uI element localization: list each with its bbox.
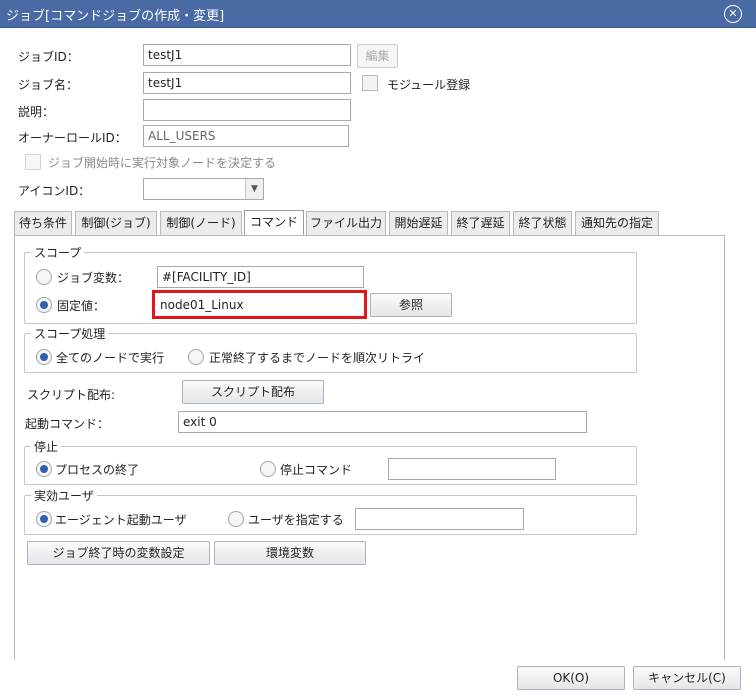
job-var-input[interactable]: [157, 266, 364, 288]
tab-control-job[interactable]: 制御(ジョブ): [75, 211, 157, 235]
command-input[interactable]: [178, 411, 587, 433]
scope-title: スコープ: [31, 244, 85, 261]
stop-command-radio[interactable]: [260, 461, 276, 477]
specify-user-radio[interactable]: [228, 511, 244, 527]
job-var-radio[interactable]: [36, 269, 52, 285]
edit-button[interactable]: 編集: [357, 44, 398, 68]
owner-role-input[interactable]: [143, 125, 349, 147]
module-checkbox[interactable]: [362, 75, 378, 91]
stop-command-input[interactable]: [388, 458, 556, 480]
decide-node-label: ジョブ開始時に実行対象ノードを決定する: [48, 156, 277, 170]
process-end-radio[interactable]: [36, 461, 52, 477]
close-icon[interactable]: ✕: [724, 5, 742, 23]
agent-user-radio[interactable]: [36, 511, 52, 527]
tab-file-output[interactable]: ファイル出力: [306, 211, 386, 235]
all-nodes-radio[interactable]: [36, 349, 52, 365]
script-label: スクリプト配布:: [27, 388, 116, 402]
stop-command-label: 停止コマンド: [280, 463, 353, 477]
highlight-box: [152, 290, 367, 319]
icon-id-select[interactable]: ▼: [143, 178, 264, 200]
tab-notify[interactable]: 通知先の指定: [575, 211, 659, 235]
job-var-label: ジョブ変数：: [57, 271, 130, 285]
scope-process-group: スコープ処理 全てのノードで実行 正常終了するまでノードを順次リトライ: [24, 325, 637, 373]
title-bar: ジョブ[コマンドジョブの作成・変更] ✕: [0, 0, 756, 28]
tab-end-status[interactable]: 終了状態: [513, 211, 572, 235]
command-panel: スコープ ジョブ変数： 固定値： 参照 スコープ処理 全てのノードで実行 正常終…: [14, 235, 725, 660]
tab-start-delay[interactable]: 開始遅延: [389, 211, 448, 235]
tab-wait-condition[interactable]: 待ち条件: [14, 211, 72, 235]
tab-command[interactable]: コマンド: [244, 210, 304, 235]
command-label: 起動コマンド：: [25, 417, 110, 431]
chevron-down-icon: ▼: [245, 179, 263, 199]
decide-node-checkbox[interactable]: [25, 154, 41, 170]
env-var-button[interactable]: 環境変数: [214, 541, 366, 565]
scope-process-title: スコープ処理: [31, 325, 109, 342]
owner-role-label: オーナーロールID：: [18, 131, 127, 145]
fixed-value-label: 固定値：: [57, 299, 106, 313]
stop-group: 停止 プロセスの終了 停止コマンド: [24, 438, 637, 485]
browse-button[interactable]: 参照: [370, 293, 452, 317]
job-name-input[interactable]: [143, 72, 351, 94]
stop-title: 停止: [31, 438, 62, 455]
all-nodes-label: 全てのノードで実行: [56, 351, 165, 365]
description-input[interactable]: [143, 99, 351, 121]
job-id-input[interactable]: [143, 44, 351, 66]
fixed-value-radio[interactable]: [36, 297, 52, 313]
tab-end-delay[interactable]: 終了遅延: [451, 211, 510, 235]
script-distribution-button[interactable]: スクリプト配布: [182, 380, 324, 404]
effective-user-title: 実効ユーザ: [31, 487, 97, 504]
scope-group: スコープ ジョブ変数： 固定値： 参照: [24, 244, 637, 324]
var-setting-button[interactable]: ジョブ終了時の変数設定: [27, 541, 210, 565]
job-id-label: ジョブID：: [18, 50, 79, 64]
user-input[interactable]: [355, 508, 524, 530]
retry-radio[interactable]: [188, 349, 204, 365]
retry-label: 正常終了するまでノードを順次リトライ: [209, 351, 426, 365]
description-label: 説明：: [18, 105, 55, 119]
ok-button[interactable]: OK(O): [517, 666, 625, 690]
icon-id-label: アイコンID：: [18, 184, 91, 198]
effective-user-group: 実効ユーザ エージェント起動ユーザ ユーザを指定する: [24, 487, 637, 535]
process-end-label: プロセスの終了: [55, 463, 140, 477]
specify-user-label: ユーザを指定する: [248, 513, 344, 527]
module-label: モジュール登録: [387, 78, 471, 92]
agent-user-label: エージェント起動ユーザ: [55, 513, 187, 527]
cancel-button[interactable]: キャンセル(C): [633, 666, 741, 690]
tab-control-node[interactable]: 制御(ノード): [160, 211, 242, 235]
window-title: ジョブ[コマンドジョブの作成・変更]: [6, 9, 225, 24]
job-name-label: ジョブ名：: [18, 78, 79, 92]
